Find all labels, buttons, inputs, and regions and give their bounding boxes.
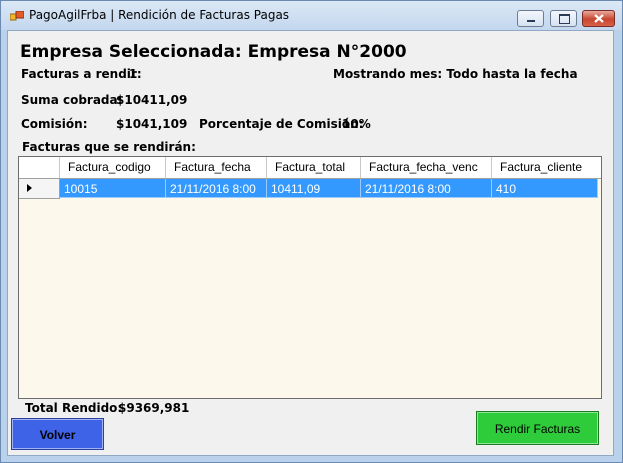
- grid-header: Factura_codigo Factura_fecha Factura_tot…: [19, 157, 601, 179]
- maximize-button[interactable]: [550, 10, 577, 27]
- current-row-arrow-icon: [27, 184, 32, 192]
- porcentaje-comision-label: Porcentaje de Comisión:: [199, 117, 364, 131]
- facturas-a-rendir-value: 1: [129, 67, 138, 81]
- title-bar[interactable]: PagoAgilFrba | Rendición de Facturas Pag…: [1, 1, 622, 30]
- column-header-factura-fecha[interactable]: Factura_fecha: [166, 157, 267, 178]
- row-header[interactable]: [19, 179, 60, 199]
- facturas-a-rendir-label: Facturas a rendir:: [21, 67, 142, 81]
- total-rendido-value: $9369,981: [118, 401, 190, 415]
- porcentaje-comision-value: 10%: [342, 117, 371, 131]
- facturas-grid[interactable]: Factura_codigo Factura_fecha Factura_tot…: [18, 156, 602, 399]
- mostrando-mes-label: Mostrando mes: Todo hasta la fecha: [333, 67, 578, 81]
- minimize-icon: [527, 20, 535, 22]
- comision-value: $1041,109: [116, 117, 188, 131]
- minimize-button[interactable]: [517, 10, 544, 27]
- column-header-factura-codigo[interactable]: Factura_codigo: [60, 157, 166, 178]
- total-rendido-label: Total Rendido:: [25, 401, 123, 415]
- table-row[interactable]: 10015 21/11/2016 8:00 10411,09 21/11/201…: [19, 179, 601, 199]
- close-icon: [594, 14, 604, 23]
- close-button[interactable]: [582, 10, 615, 27]
- maximize-icon: [559, 14, 570, 24]
- rendir-facturas-button[interactable]: Rendir Facturas: [476, 411, 599, 445]
- grid-corner-header: [19, 157, 60, 178]
- app-icon: [10, 11, 24, 21]
- cell-factura-fecha[interactable]: 21/11/2016 8:00: [166, 179, 267, 198]
- window-title: PagoAgilFrba | Rendición de Facturas Pag…: [29, 8, 290, 22]
- column-header-factura-cliente[interactable]: Factura_cliente: [492, 157, 601, 178]
- column-header-factura-fecha-venc[interactable]: Factura_fecha_venc: [361, 157, 492, 178]
- suma-cobrada-label: Suma cobrada:: [21, 93, 123, 107]
- column-header-factura-total[interactable]: Factura_total: [267, 157, 361, 178]
- cell-factura-cliente[interactable]: 410: [492, 179, 598, 198]
- cell-factura-total[interactable]: 10411,09: [267, 179, 361, 198]
- grid-caption: Facturas que se rendirán:: [22, 140, 196, 154]
- empresa-title: Empresa Seleccionada: Empresa N°2000: [20, 42, 407, 62]
- volver-button[interactable]: Volver: [11, 418, 104, 450]
- cell-factura-codigo[interactable]: 10015: [60, 179, 166, 198]
- comision-label: Comisión:: [21, 117, 88, 131]
- suma-cobrada-value: $10411,09: [116, 93, 188, 107]
- cell-factura-fecha-venc[interactable]: 21/11/2016 8:00: [361, 179, 492, 198]
